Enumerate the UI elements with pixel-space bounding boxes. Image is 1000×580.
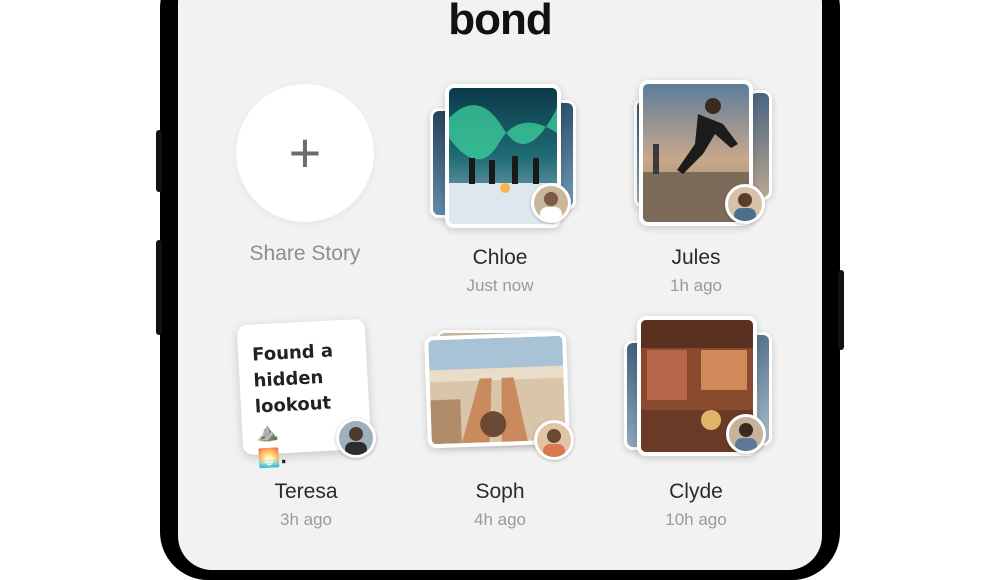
volume-down-button [156,240,162,335]
story-name: Jules [671,246,721,269]
share-story-button[interactable]: + [236,84,374,222]
story-name: Soph [475,480,525,503]
plus-icon: + [288,121,322,184]
volume-up-button [156,130,162,192]
avatar-chloe [531,183,571,223]
app-logo: bond [448,0,553,44]
avatar-jules [725,184,765,224]
share-story-label: Share Story [249,242,361,265]
story-name: Clyde [669,480,723,503]
avatar-teresa [336,418,376,458]
power-button [838,270,844,350]
avatar-soph [534,420,574,460]
story-time: 10h ago [665,510,727,529]
story-time: 1h ago [670,276,722,295]
story-time: 3h ago [280,510,332,529]
story-name: Teresa [274,480,338,503]
story-name: Chloe [472,246,528,269]
story-time: Just now [466,276,534,295]
story-time: 4h ago [474,510,526,529]
app-screen: bond + Share Story Chloe Just now Jules … [178,0,822,570]
avatar-clyde [726,414,766,454]
